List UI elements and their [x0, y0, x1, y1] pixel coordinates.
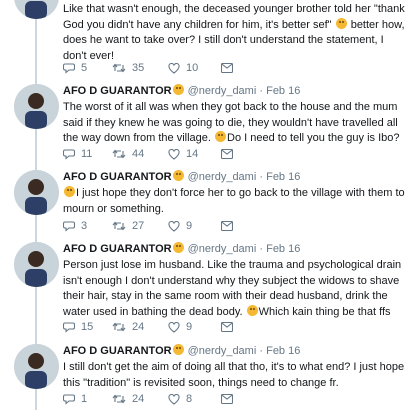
tweet-date[interactable]: Feb 16 [266, 345, 300, 357]
tweet-thread: Like that wasn't enough, the deceased yo… [0, 0, 417, 410]
dm-button[interactable] [221, 147, 233, 161]
avatar[interactable] [14, 242, 59, 287]
reply-icon [63, 148, 75, 160]
emoji-icon [172, 242, 184, 253]
envelope-icon [221, 394, 233, 404]
user-handle[interactable]: @nerdy_dami [188, 85, 257, 97]
user-handle[interactable]: @nerdy_dami [188, 171, 257, 183]
reply-count: 1 [81, 393, 88, 405]
retweet-icon [112, 63, 126, 73]
like-button[interactable]: 9 [168, 219, 192, 233]
reply-button[interactable]: 1 [63, 392, 87, 406]
display-name[interactable]: AFO D GUARANTOR [63, 243, 172, 255]
tweet-header: AFO D GUARANTOR @nerdy_dami · Feb 16 [63, 170, 301, 183]
tweet-date[interactable]: Feb 16 [266, 171, 300, 183]
retweet-icon [112, 221, 126, 231]
envelope-icon [221, 221, 233, 231]
retweet-icon [112, 322, 126, 332]
like-count: 9 [186, 220, 193, 232]
like-count: 8 [186, 393, 193, 405]
retweet-button[interactable]: 24 [112, 320, 144, 334]
like-button[interactable]: 8 [168, 392, 192, 406]
tweet-text: Person just lose im husband. Like the tr… [63, 259, 402, 318]
emoji-icon [172, 170, 184, 181]
tweet-text: Like that wasn't enough, the deceased yo… [63, 3, 405, 62]
emoji-icon [246, 304, 258, 316]
reply-count: 15 [81, 321, 94, 333]
envelope-icon [221, 149, 233, 159]
heart-icon [168, 148, 180, 160]
display-name[interactable]: AFO D GUARANTOR [63, 171, 172, 183]
tweet-text: I just hope they don't force her to go b… [63, 186, 405, 215]
retweet-count: 35 [132, 62, 145, 74]
emoji-icon [64, 186, 75, 197]
tweet-header: AFO D GUARANTOR @nerdy_dami · Feb 16 [63, 242, 301, 255]
reply-count: 11 [81, 148, 93, 160]
like-count: 10 [186, 62, 199, 74]
retweet-count: 27 [132, 220, 145, 232]
retweet-count: 44 [132, 148, 145, 160]
reply-icon [63, 62, 75, 74]
retweet-icon [112, 149, 126, 159]
reply-button[interactable]: 5 [63, 61, 87, 75]
retweet-count: 24 [132, 393, 145, 405]
retweet-button[interactable]: 35 [112, 61, 144, 75]
reply-icon [63, 321, 75, 333]
like-count: 9 [186, 321, 193, 333]
avatar[interactable] [14, 0, 59, 19]
tweet-header: AFO D GUARANTOR @nerdy_dami · Feb 16 [63, 344, 301, 357]
tweet[interactable]: AFO D GUARANTOR @nerdy_dami · Feb 16 Per… [0, 242, 417, 338]
display-name[interactable]: AFO D GUARANTOR [63, 85, 172, 97]
retweet-button[interactable]: 24 [112, 392, 144, 406]
tweet-date[interactable]: Feb 16 [266, 243, 300, 255]
tweet[interactable]: Like that wasn't enough, the deceased yo… [0, 0, 417, 78]
avatar[interactable] [14, 170, 59, 215]
like-count: 14 [186, 148, 199, 160]
tweet-text: I still don't get the aim of doing all t… [63, 361, 405, 389]
retweet-icon [112, 394, 126, 404]
reply-button[interactable]: 3 [63, 219, 87, 233]
tweet[interactable]: AFO D GUARANTOR @nerdy_dami · Feb 16 I j… [0, 170, 417, 236]
dm-button[interactable] [221, 320, 233, 334]
reply-icon [63, 393, 75, 405]
envelope-icon [221, 63, 233, 73]
display-name[interactable]: AFO D GUARANTOR [63, 345, 172, 357]
user-handle[interactable]: @nerdy_dami [188, 345, 257, 357]
reply-count: 3 [81, 220, 88, 232]
tweet-header: AFO D GUARANTOR @nerdy_dami · Feb 16 [63, 84, 301, 97]
user-handle[interactable]: @nerdy_dami [188, 243, 257, 255]
tweet[interactable]: AFO D GUARANTOR @nerdy_dami · Feb 16 I s… [0, 344, 417, 410]
envelope-icon [221, 322, 233, 332]
retweet-button[interactable]: 44 [112, 147, 144, 161]
like-button[interactable]: 10 [168, 61, 198, 75]
dm-button[interactable] [221, 219, 233, 233]
tweet-date[interactable]: Feb 16 [266, 85, 300, 97]
avatar[interactable] [14, 344, 59, 389]
emoji-icon [172, 344, 184, 355]
dm-button[interactable] [221, 61, 233, 75]
heart-icon [168, 393, 180, 405]
reply-button[interactable]: 15 [63, 320, 93, 334]
reply-count: 5 [81, 62, 88, 74]
reply-icon [63, 220, 75, 232]
like-button[interactable]: 14 [168, 147, 198, 161]
heart-icon [168, 62, 180, 74]
heart-icon [168, 321, 180, 333]
dm-button[interactable] [221, 392, 233, 406]
tweet[interactable]: AFO D GUARANTOR @nerdy_dami · Feb 16 The… [0, 84, 417, 164]
retweet-count: 24 [132, 321, 145, 333]
emoji-icon [172, 84, 184, 95]
heart-icon [168, 220, 180, 232]
emoji-icon [215, 131, 227, 142]
reply-button[interactable]: 11 [63, 147, 92, 161]
avatar[interactable] [14, 84, 59, 129]
emoji-icon [335, 17, 347, 29]
like-button[interactable]: 9 [168, 320, 192, 334]
retweet-button[interactable]: 27 [112, 219, 144, 233]
tweet-text: The worst of it all was when they got ba… [63, 101, 400, 144]
